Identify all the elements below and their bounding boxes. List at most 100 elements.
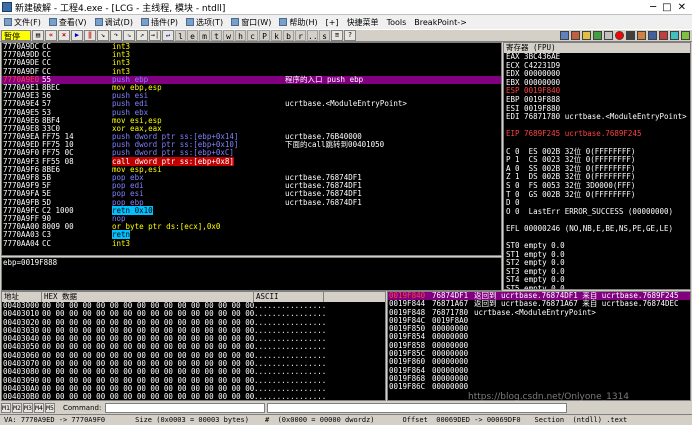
plugin-lock-icon[interactable] [637, 31, 646, 40]
memory-dump-pane[interactable]: 地址 HEX 数据 ASCII 00403000 00 00 00 00 00 0… [1, 291, 386, 401]
maximize-icon[interactable]: □ [662, 2, 671, 13]
minimize-icon[interactable]: ─ [650, 2, 656, 13]
run-icon[interactable]: ▶ [71, 30, 83, 41]
disasm-row[interactable]: 7770A9E1 8BEC mov ebp,esp [2, 83, 501, 92]
stack-address: 0019F86C [389, 382, 426, 392]
menu-breakpoint[interactable]: BreakPoint-> [414, 18, 467, 27]
disasm-hex: CC [42, 58, 52, 68]
register-line[interactable]: EDI 76871780 ucrtbase.<ModuleEntryPoint> [504, 113, 690, 122]
app-logo-icon [2, 2, 12, 12]
toolbar-callstack[interactable]: k [271, 30, 282, 41]
plugin-navy-icon[interactable] [648, 31, 657, 40]
plugin-gray-icon[interactable] [604, 31, 613, 40]
plugin-lime-icon[interactable] [681, 31, 690, 40]
menu-shortcut[interactable]: 快捷菜单 [347, 17, 379, 28]
menu-window[interactable]: 窗口(W) [231, 17, 271, 28]
disasm-row[interactable]: 7770A9ED FF75 10 push dword ptr ss:[ebp+0x… [2, 141, 501, 149]
toolbar-log[interactable]: l [175, 30, 186, 41]
disassembly-pane[interactable]: 7770A9DC CC int3 7770A9DD CC int3 7770A9DE CC in… [1, 42, 502, 256]
toolbar-windows[interactable]: w [223, 30, 234, 41]
pause-icon[interactable]: ‖ [84, 30, 96, 41]
disasm-row[interactable]: 7770A9FC C2 1000 retn 0x10 [2, 205, 501, 215]
plugin-yellow-icon[interactable] [582, 31, 591, 40]
disasm-row[interactable]: 7770A9DF CC int3 [2, 67, 501, 76]
disasm-row[interactable]: 7770A9F8 5B pop ebx ucrtbase.76874DF1 [2, 173, 501, 182]
menu-plus[interactable]: [+] [326, 18, 339, 27]
toolbar-handles[interactable]: h [235, 30, 246, 41]
menu-help[interactable]: 帮助(H) [279, 17, 318, 28]
trace-into-icon[interactable]: ⇘ [123, 30, 135, 41]
disasm-row[interactable]: 7770A9FA 5E pop esi ucrtbase.76874DF1 [2, 190, 501, 198]
toolbar-source[interactable]: s [319, 30, 330, 41]
record-icon[interactable] [615, 31, 624, 40]
toolbar-memory[interactable]: m [199, 30, 210, 41]
disasm-row[interactable]: 7770A9DD CC int3 [2, 50, 501, 59]
register-line[interactable]: EFL 00000246 (NO,NB,E,BE,NS,PE,GE,LE) [504, 224, 690, 234]
menu-debug[interactable]: 调试(D) [94, 17, 133, 28]
disasm-row[interactable]: 7770A9EA FF75 14 push dword ptr ss:[ebp+0x… [2, 132, 501, 141]
disasm-row[interactable]: 7770A9FF 90 nop [2, 214, 501, 223]
disasm-row[interactable]: 7770AA00 8009 00 or byte ptr ds:[ecx],0x0 [2, 222, 501, 232]
toolbar-breakpoints[interactable]: b [283, 30, 294, 41]
disasm-row[interactable]: 7770A9E4 57 push edi ucrtbase.<ModuleEntryP… [2, 100, 501, 108]
plugin-red-icon[interactable] [659, 31, 668, 40]
command-input[interactable] [105, 403, 266, 413]
restart-icon[interactable]: « [45, 30, 57, 41]
register-line[interactable]: ST5 empty 0.0 [504, 284, 690, 289]
mem-button-m1[interactable]: M1 [1, 403, 11, 413]
plugin-dark-icon[interactable] [626, 31, 635, 40]
list-icon[interactable]: ≡ [331, 30, 343, 41]
step-into-icon[interactable]: ↘ [97, 30, 109, 41]
plugin-cyan-icon[interactable] [670, 31, 679, 40]
close-process-icon[interactable]: × [58, 30, 70, 41]
disasm-row[interactable]: 7770A9F0 FF75 0C push dword ptr ss:[ebp+0x… [2, 149, 501, 157]
plugin-blue-icon[interactable] [560, 31, 569, 40]
register-line[interactable]: T 0 GS 002B 32位 0(FFFFFFFF) [504, 190, 690, 200]
help-toolbar-icon[interactable]: ? [344, 30, 356, 41]
toolbar-cpu[interactable]: c [247, 30, 258, 41]
plugin-green-icon[interactable] [593, 31, 602, 40]
disasm-row[interactable]: 7770A9E3 56 push esi [2, 91, 501, 100]
execute-till-return-icon[interactable]: →| [149, 30, 161, 41]
trace-over-icon[interactable]: ⇗ [136, 30, 148, 41]
menu-plugins[interactable]: 插件(P) [140, 17, 178, 28]
mem-button-m5[interactable]: M5 [45, 403, 55, 413]
disasm-row[interactable]: 7770AA03 C3 retn [2, 230, 501, 240]
dump-row[interactable]: 004030B0 00 00 00 00 00 00 00 00 00 00 00… [2, 392, 385, 400]
disasm-instruction: int3 [112, 238, 131, 248]
menu-view[interactable]: 查看(V) [48, 17, 87, 28]
disasm-hex: 8009 00 [42, 222, 74, 232]
disasm-row[interactable]: 7770A9F6 8BE6 mov esp,esi [2, 165, 501, 174]
disasm-row[interactable]: 7770A9E0 55 push ebp 程序的入口 push ebp [2, 75, 501, 84]
plugin-orange-icon[interactable] [571, 31, 580, 40]
disasm-row[interactable]: 7770A9F9 5F pop edi ucrtbase.76874DF1 [2, 181, 501, 190]
stack-row[interactable]: 0019F86C 00000000 [388, 382, 690, 392]
disasm-row[interactable]: 7770A9E8 33C0 xor eax,eax [2, 124, 501, 133]
mem-button-m4[interactable]: M4 [34, 403, 44, 413]
registers-pane[interactable]: 寄存器 (FPU) EAX 3BC436AE ECX C42231D9 EDX 00… [503, 42, 691, 290]
disasm-row[interactable]: 7770A9F3 FF55 08 call dword ptr ss:[ebp+0x… [2, 156, 501, 166]
stack-pane[interactable]: 0019F840 76874DF1 返回到 ucrtbase.76874DF1 来自… [387, 291, 691, 401]
toolbar-references[interactable]: r [295, 30, 306, 41]
register-line[interactable]: EIP 7689F245 ucrtbase.7689F245 [504, 130, 690, 139]
toolbar-patches[interactable]: P [259, 30, 270, 41]
mem-button-m3[interactable]: M3 [23, 403, 33, 413]
register-line[interactable]: O 0 LastErr ERROR_SUCCESS (00000000) [504, 207, 690, 217]
toolbar-run-trace[interactable]: ... [307, 30, 322, 41]
step-over-icon[interactable]: ↷ [110, 30, 122, 41]
menu-file[interactable]: 文件(F) [4, 17, 41, 28]
close-icon[interactable]: ✕ [678, 2, 686, 13]
menu-options[interactable]: 选项(T) [186, 17, 223, 28]
menu-tools[interactable]: Tools [387, 18, 407, 27]
toolbar-threads[interactable]: t [211, 30, 222, 41]
disasm-row[interactable]: 7770A9FB 5D pop ebp ucrtbase.76874DF1 [2, 198, 501, 207]
goto-icon[interactable]: ↵ [162, 30, 174, 41]
disasm-row[interactable]: 7770A9DE CC int3 [2, 59, 501, 67]
toolbar-executables[interactable]: e [187, 30, 198, 41]
disasm-row[interactable]: 7770A9E6 8BF4 mov esi,esp [2, 116, 501, 125]
mem-button-m2[interactable]: M2 [12, 403, 22, 413]
disasm-row[interactable]: 7770A9E5 53 push ebx [2, 108, 501, 117]
disasm-row[interactable]: 7770A9DC CC int3 [2, 43, 501, 51]
disasm-row[interactable]: 7770AA04 CC int3 [2, 238, 501, 248]
open-icon[interactable]: ▤ [32, 30, 44, 41]
